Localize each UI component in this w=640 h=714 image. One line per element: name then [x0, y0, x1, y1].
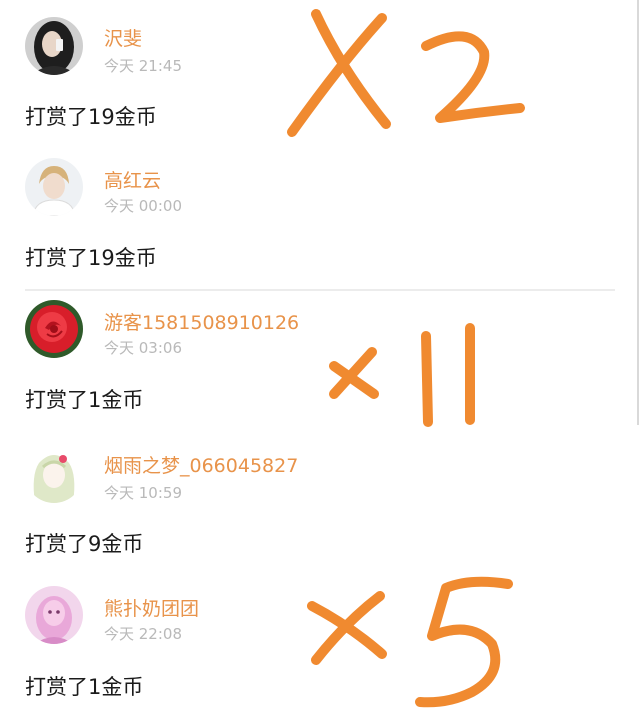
annotation-x11 [329, 323, 475, 427]
annotation-x2 [287, 9, 525, 137]
handwritten-annotations [287, 9, 525, 708]
annotation-x5 [307, 576, 513, 708]
